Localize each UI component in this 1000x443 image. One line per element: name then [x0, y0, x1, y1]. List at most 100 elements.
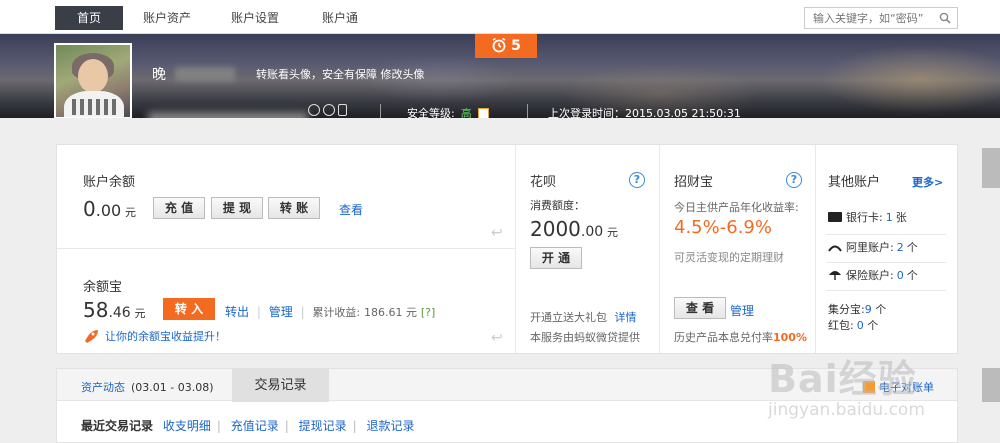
rocket-icon	[85, 330, 98, 343]
zhaocaibao-manage-link[interactable]: 管理	[730, 302, 754, 319]
balance-amount: 0.00 元	[83, 197, 136, 221]
yuebao-section: 余额宝 58.46 元 转 入 转出 | 管理 | 累计收益: 186.61 元…	[57, 250, 515, 353]
huabei-gift: 开通立送大礼包 详情	[530, 309, 637, 325]
withdraw-button[interactable]: 提 现	[211, 197, 263, 219]
certificate-icon[interactable]	[323, 104, 335, 116]
zhaocaibao-title: 招财宝	[674, 175, 714, 190]
avatar-hint-text: 转账看头像，安全有保障	[256, 68, 377, 81]
ali-account-icon	[828, 242, 842, 252]
phone-icon[interactable]	[338, 104, 347, 116]
withdraw-records-link[interactable]: 提现记录	[299, 419, 347, 433]
avatar-hint: 转账看头像，安全有保障 修改头像	[256, 66, 425, 82]
hongbao-unit: 个	[867, 319, 879, 332]
ali-account-label: 阿里账户:	[846, 241, 894, 254]
watermark-url: jingyan.baidu.com	[768, 400, 925, 420]
history-label: 历史产品本息兑付率	[674, 331, 773, 344]
feedback-tab[interactable]	[982, 148, 1000, 188]
bank-card-count: 1	[885, 211, 893, 224]
last-login-time: 上次登录时间：2015.03.05 21:50:31	[548, 107, 741, 118]
change-avatar-link[interactable]: 修改头像	[381, 68, 425, 81]
balance-amount-int: 0	[83, 197, 96, 221]
yuebao-amount: 58.46 元	[83, 298, 146, 322]
tab-account-assets[interactable]: 账户资产	[133, 6, 201, 30]
transfer-out-link[interactable]: 转出	[225, 305, 249, 319]
history-rate: 历史产品本息兑付率100%	[674, 329, 807, 345]
tab-account-settings[interactable]: 账户设置	[221, 6, 289, 30]
verification-badges	[308, 104, 350, 118]
identity-icon[interactable]	[308, 104, 320, 116]
insurance-account-label: 保险账户:	[846, 269, 894, 282]
view-balance-link[interactable]: 查看	[339, 201, 363, 218]
security-shield-icon[interactable]	[477, 108, 489, 118]
balance-section: 账户余额 0.00 元 充 值 提 现 转 账 查看 ↩	[57, 145, 515, 249]
recharge-button[interactable]: 充 值	[153, 197, 205, 219]
tab-transactions[interactable]: 交易记录	[232, 369, 329, 402]
insurance-account-item[interactable]: 保险账户: 0 个	[828, 267, 918, 283]
recharge-records-link[interactable]: 充值记录	[231, 419, 279, 433]
return-icon[interactable]: ↩	[491, 225, 503, 241]
huabei-limit-int: 2000	[530, 217, 581, 241]
watermark-text: Bai经验	[768, 357, 917, 401]
security-label: 安全等级:	[407, 107, 455, 118]
bank-card-item[interactable]: 银行卡: 1 张	[828, 209, 907, 225]
bank-card-unit: 张	[895, 211, 907, 224]
income-value: 186.61 元	[363, 306, 417, 319]
separator	[380, 104, 381, 118]
separator	[527, 104, 528, 118]
divider	[826, 234, 946, 235]
notification-count: 5	[511, 38, 521, 54]
ali-account-item[interactable]: 阿里账户: 2 个	[828, 239, 918, 255]
other-accounts-title: 其他账户	[828, 175, 881, 190]
zhaocaibao-view-button[interactable]: 查 看	[674, 297, 726, 319]
divider	[826, 262, 946, 263]
security-level-value: 高	[460, 107, 472, 118]
return-icon[interactable]: ↩	[491, 330, 503, 346]
bank-card-icon	[828, 212, 842, 222]
yuebao-amount-dec: .46	[108, 305, 131, 321]
notification-badge[interactable]: 5	[475, 34, 537, 58]
huabei-gift-text: 开通立送大礼包	[530, 311, 607, 324]
username: 晚	[152, 67, 166, 83]
redacted-name	[175, 67, 235, 81]
income-expense-link[interactable]: 收支明细	[163, 419, 211, 433]
redacted-account	[148, 112, 308, 118]
balance-title: 账户余额	[83, 175, 136, 190]
huabei-provider: 本服务由蚂蚁微贷提供	[530, 331, 640, 344]
search-icon[interactable]	[939, 12, 951, 24]
huabei-detail-link[interactable]: 详情	[615, 311, 637, 324]
more-link[interactable]: 更多>	[912, 174, 943, 190]
huabei-help-icon[interactable]: ?	[629, 172, 645, 188]
rate-label: 今日主供产品年化收益率:	[674, 201, 799, 214]
ali-account-unit: 个	[906, 241, 918, 254]
tab-asset-activity[interactable]: 资产动态 (03.01 - 03.08)	[81, 379, 214, 395]
zhaocaibao-help-icon[interactable]: ?	[786, 172, 802, 188]
top-nav: 首页 账户资产 账户设置 账户通	[0, 0, 1000, 34]
yuebao-title: 余额宝	[83, 280, 123, 295]
search-input[interactable]	[805, 8, 933, 28]
huabei-limit-label: 消费额度：	[530, 199, 585, 212]
yuebao-manage-link[interactable]: 管理	[269, 305, 293, 319]
yuebao-promo[interactable]: 让你的余额宝收益提升！	[83, 328, 226, 344]
huabei-open-button[interactable]: 开 通	[530, 247, 582, 269]
huabei-unit: 元	[607, 226, 618, 239]
promo-link[interactable]: 让你的余额宝收益提升！	[105, 330, 226, 343]
transfer-in-button[interactable]: 转 入	[163, 298, 215, 320]
assets-panel: 账户余额 0.00 元 充 值 提 现 转 账 查看 ↩ 余额宝 58.46 元…	[56, 144, 958, 354]
income-help[interactable]: [?]	[421, 306, 435, 319]
insurance-account-unit: 个	[906, 269, 918, 282]
hongbao-item[interactable]: 红包: 0 个	[828, 317, 878, 333]
balance-amount-dec: .00	[95, 201, 122, 220]
asset-activity-range: (03.01 - 03.08)	[131, 381, 214, 394]
avatar[interactable]	[54, 43, 132, 118]
transfer-button[interactable]: 转 账	[268, 197, 320, 219]
refund-records-link[interactable]: 退款记录	[367, 419, 415, 433]
ali-account-count: 2	[896, 241, 904, 254]
zhaocaibao-section: 招财宝 ? 今日主供产品年化收益率: 4.5%-6.9% 可灵活变现的定期理财 …	[659, 145, 815, 353]
insurance-account-count: 0	[896, 269, 904, 282]
zhaocaibao-desc: 可灵活变现的定期理财	[674, 251, 784, 264]
huabei-limit-dec: .00	[580, 224, 604, 240]
tab-home[interactable]: 首页	[55, 6, 123, 30]
jifenbao-item[interactable]: 集分宝:9 个	[828, 301, 886, 317]
tab-account-pass[interactable]: 账户通	[306, 6, 374, 30]
banner-glow	[820, 44, 1000, 114]
